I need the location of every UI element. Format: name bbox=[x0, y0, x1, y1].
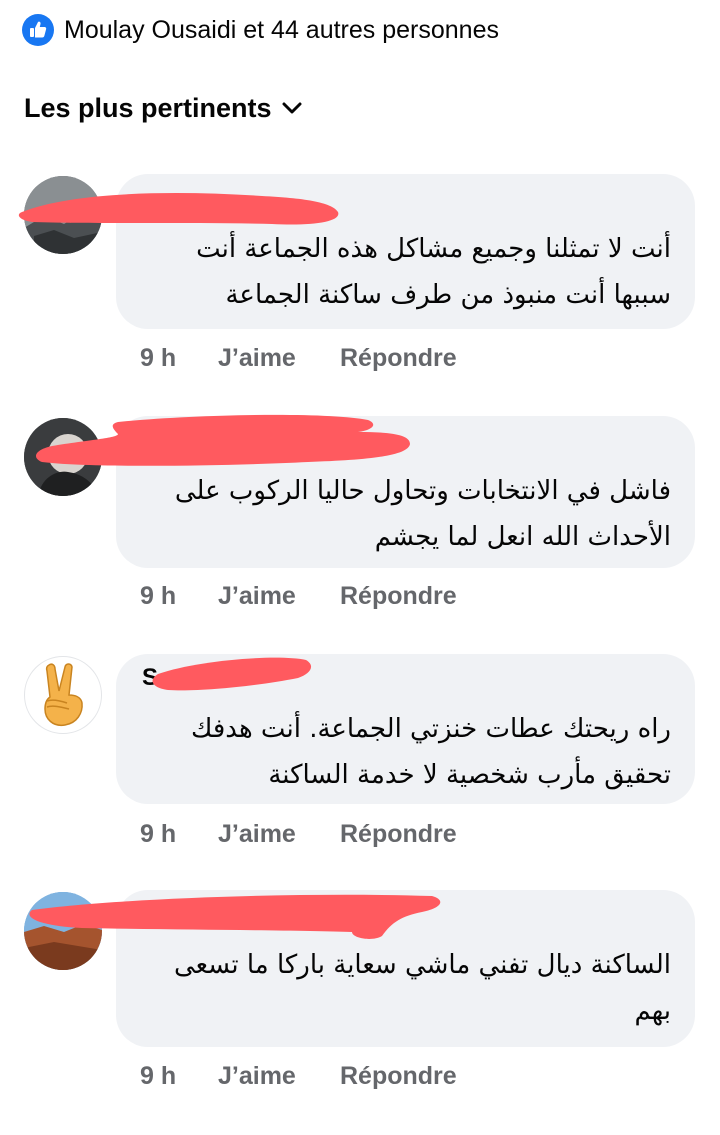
reactions-text: Moulay Ousaidi et 44 autres personnes bbox=[64, 15, 499, 44]
chevron-down-icon bbox=[282, 101, 302, 115]
sort-dropdown[interactable]: Les plus pertinents bbox=[24, 88, 302, 128]
comment-bubble: S راه ريحتك عطات خنزتي الجماعة. أنت هدفك… bbox=[116, 654, 695, 804]
comment-text: راه ريحتك عطات خنزتي الجماعة. أنت هدفك ت… bbox=[190, 714, 671, 790]
victory-hand-icon[interactable] bbox=[24, 656, 102, 734]
avatar[interactable] bbox=[24, 892, 102, 970]
comment-actions: 9 h J’aime Répondre bbox=[140, 1062, 457, 1091]
comment-actions: 9 h J’aime Répondre bbox=[140, 820, 457, 849]
comment-time[interactable]: 9 h bbox=[140, 1062, 218, 1091]
reply-button[interactable]: Répondre bbox=[340, 582, 457, 611]
comment-time[interactable]: 9 h bbox=[140, 582, 218, 611]
comment-text: فاشل في الانتخابات وتحاول حاليا الركوب ع… bbox=[174, 476, 671, 552]
comment-bubble: أنت لا تمثلنا وجميع مشاكل هذه الجماعة أن… bbox=[116, 174, 695, 329]
like-button[interactable]: J’aime bbox=[218, 344, 340, 373]
like-button[interactable]: J’aime bbox=[218, 1062, 340, 1091]
comment-actions: 9 h J’aime Répondre bbox=[140, 582, 457, 611]
reply-button[interactable]: Répondre bbox=[340, 820, 457, 849]
comment-actions: 9 h J’aime Répondre bbox=[140, 344, 457, 373]
like-button[interactable]: J’aime bbox=[218, 582, 340, 611]
reply-button[interactable]: Répondre bbox=[340, 344, 457, 373]
thumbs-up-icon bbox=[22, 14, 54, 46]
comment-time[interactable]: 9 h bbox=[140, 820, 218, 849]
like-button[interactable]: J’aime bbox=[218, 820, 340, 849]
reply-button[interactable]: Répondre bbox=[340, 1062, 457, 1091]
comment-author[interactable]: S bbox=[142, 664, 158, 692]
comment-bubble: فاشل في الانتخابات وتحاول حاليا الركوب ع… bbox=[116, 416, 695, 568]
comment-time[interactable]: 9 h bbox=[140, 344, 218, 373]
comment-text: الساكنة ديال تفني ماشي سعاية باركا ما تس… bbox=[173, 950, 671, 1026]
avatar[interactable] bbox=[24, 176, 102, 254]
comment-bubble: الساكنة ديال تفني ماشي سعاية باركا ما تس… bbox=[116, 890, 695, 1047]
sort-label: Les plus pertinents bbox=[24, 92, 272, 123]
reactions-summary[interactable]: Moulay Ousaidi et 44 autres personnes bbox=[22, 12, 499, 48]
comment-text: أنت لا تمثلنا وجميع مشاكل هذه الجماعة أن… bbox=[196, 234, 671, 310]
avatar[interactable] bbox=[24, 418, 102, 496]
